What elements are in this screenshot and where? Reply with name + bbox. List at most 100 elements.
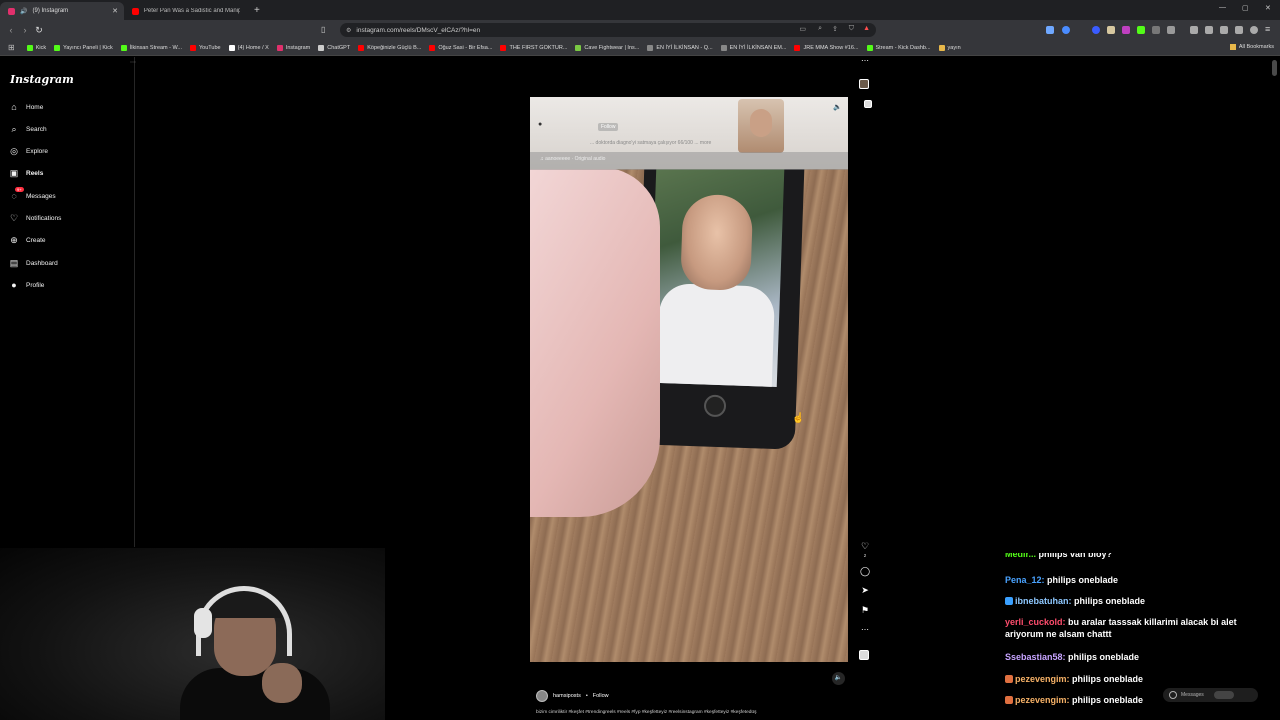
instagram-favicon-icon <box>8 7 15 15</box>
bookmark-item[interactable]: EN İYİ İLKİNSAN EM... <box>717 44 791 51</box>
bookmark-item[interactable]: Köpeğinizle Güçlü B... <box>354 44 425 51</box>
bookmark-favicon-icon <box>190 44 196 51</box>
bookmark-item[interactable]: (4) Home / X <box>225 44 273 51</box>
profile-icon[interactable] <box>1250 26 1258 34</box>
messages-pill[interactable]: Messages <box>1163 688 1258 702</box>
video-volume-icon[interactable]: 🔈 <box>833 103 842 111</box>
author-avatar[interactable] <box>536 690 548 702</box>
save-bookmark-icon[interactable]: ⚑ <box>859 605 871 616</box>
extensions-icon[interactable] <box>1235 26 1243 34</box>
bookmark-item[interactable]: Kick <box>23 44 50 51</box>
close-tab-icon[interactable]: ✕ <box>112 7 118 15</box>
extension-purple-icon[interactable] <box>1122 26 1130 34</box>
extension-kick-icon[interactable] <box>1137 26 1145 34</box>
audio-original-thumbnail[interactable] <box>859 650 869 660</box>
like-heart-icon[interactable]: ♡ <box>859 541 871 552</box>
chat-username[interactable]: Medir... <box>1005 553 1036 559</box>
mute-toggle-icon[interactable]: 🔈 <box>832 672 845 685</box>
sidebar-item-label: Home <box>26 103 44 111</box>
chat-username[interactable]: yerli_cuckold: <box>1005 617 1066 627</box>
extension-blue-icon[interactable] <box>1062 26 1070 34</box>
small-thumbnail[interactable] <box>864 100 872 108</box>
sidebar-item-dashboard[interactable]: ▤ Dashboard <box>9 258 58 268</box>
site-info-icon[interactable]: ⚙ <box>346 27 351 34</box>
page-scrollbar[interactable] <box>1272 60 1277 660</box>
bookmark-item[interactable]: Yayıncı Paneli | Kick <box>50 44 117 51</box>
chat-message: yerli_cuckold: bu aralar tasssak killari… <box>1005 616 1275 640</box>
bookmark-favicon-icon <box>575 44 582 51</box>
sidebar-item-notifications[interactable]: ♡ Notifications <box>9 213 62 224</box>
chat-username[interactable]: pezevengim: <box>1015 695 1070 705</box>
all-bookmarks[interactable]: All Bookmarks <box>1229 44 1274 50</box>
scrollbar-thumb[interactable] <box>1272 60 1277 76</box>
author-username[interactable]: hamsiposts <box>553 693 581 699</box>
bookmark-item[interactable]: Instagram <box>273 44 314 51</box>
bookmark-item[interactable]: YouTube <box>186 44 225 51</box>
author-separator: • <box>585 693 588 699</box>
forward-icon[interactable]: › <box>18 25 32 35</box>
close-window-icon[interactable]: ✕ <box>1265 4 1271 12</box>
bookmark-item[interactable]: JRE MMA Show #16... <box>790 44 862 51</box>
share-paper-plane-icon[interactable]: ➤ <box>859 585 871 596</box>
cast-icon[interactable]: ▭ <box>799 25 806 33</box>
new-tab-button[interactable]: + <box>248 2 266 20</box>
bookmark-icon[interactable]: ▯ <box>321 25 325 34</box>
audio-thumbnail[interactable] <box>859 79 869 89</box>
tab-instagram[interactable]: 🔊 (9) Instagram ✕ <box>0 2 124 20</box>
reels-icon: ▣ <box>9 168 19 179</box>
follow-button[interactable]: Follow <box>593 693 609 699</box>
menu-icon[interactable]: ≡ <box>1265 24 1270 34</box>
sidebar-item-explore[interactable]: ◎ Explore <box>9 146 48 157</box>
bookmark-item[interactable]: Cave Fightwear | Ins... <box>571 44 643 51</box>
minimize-icon[interactable]: — <box>1219 4 1226 11</box>
more-dots-icon[interactable]: ⋯ <box>130 59 136 66</box>
bookmark-item[interactable]: THE FIRST GOKTUR... <box>496 44 571 51</box>
bookmark-item[interactable]: Stream - Kick Dashb... <box>863 44 935 51</box>
comment-icon[interactable]: ◯ <box>859 566 871 577</box>
speaker-icon[interactable]: 🔊 <box>20 8 27 15</box>
chat-username[interactable]: Ssebastian58: <box>1005 652 1066 662</box>
alert-icon[interactable]: ▲ <box>863 25 870 32</box>
reload-icon[interactable]: ↻ <box>32 25 46 36</box>
sidebar-item-messages[interactable]: ◌ 9+ Messages <box>9 187 56 201</box>
downloads-icon[interactable] <box>1220 26 1228 34</box>
extension-box-icon[interactable] <box>1167 26 1175 34</box>
sidebar-item-search[interactable]: ⌕ Search <box>9 124 46 134</box>
phone-screen <box>648 152 785 388</box>
chat-username[interactable]: Pena_12: <box>1005 575 1045 585</box>
chat-username[interactable]: ibnebatuhan: <box>1015 596 1072 606</box>
tab-youtube[interactable]: Peter Pan Was a Sadistic and Manip... <box>124 2 248 20</box>
sidebar-item-home[interactable]: ⌂ Home <box>9 102 43 112</box>
sidebar-item-label: Notifications <box>26 215 62 222</box>
bookmark-item[interactable]: EN İYİ İLKİNSAN - Q... <box>643 44 716 51</box>
sidebar-item-profile[interactable]: ● Profile <box>9 280 44 290</box>
back-icon[interactable]: ‹ <box>4 25 18 35</box>
maximize-icon[interactable]: ▢ <box>1242 4 1249 12</box>
extension-circle-icon[interactable] <box>1092 26 1100 34</box>
all-bookmarks-label: All Bookmarks <box>1238 44 1274 50</box>
overlay-caption: ... doktorda diagno'yi satmaya çalışıyor… <box>590 140 712 146</box>
shield-icon[interactable]: ⛉ <box>849 25 854 33</box>
share-icon[interactable]: ⇪ <box>832 25 838 33</box>
bookmark-item[interactable]: İlkinsan Stream - W... <box>117 44 186 51</box>
url-text: instagram.com/reels/DMscV_elCAz/?hl=en <box>356 26 481 34</box>
extension-tan-icon[interactable] <box>1107 26 1115 34</box>
sidebar-item-reels[interactable]: ▣ Reels <box>9 168 44 179</box>
zoom-icon[interactable]: ⌕ <box>818 25 822 33</box>
sidepanel-icon[interactable] <box>1205 26 1213 34</box>
sidebar-item-create[interactable]: ⊕ Create <box>9 235 45 246</box>
more-options-icon[interactable]: ⋯ <box>859 56 871 65</box>
bookmark-item[interactable]: yayın <box>935 44 965 51</box>
more-actions-icon[interactable]: ⋯ <box>859 625 871 634</box>
bookmark-favicon-icon <box>228 44 235 51</box>
bookmark-item[interactable]: ChatGPT <box>314 44 354 51</box>
media-icon[interactable] <box>1190 26 1198 34</box>
extension-puzzle-icon[interactable] <box>1152 26 1160 34</box>
extension-audio-icon[interactable] <box>1046 26 1054 34</box>
chat-username[interactable]: pezevengim: <box>1015 674 1070 684</box>
reel-video[interactable]: ● Follow ... doktorda diagno'yi satmaya … <box>530 97 848 662</box>
apps-grid-icon[interactable]: ⊞ <box>8 43 15 52</box>
bookmark-item[interactable]: Oğuz Sasi - Bir Efsa... <box>425 44 496 51</box>
instagram-logo[interactable]: Instagram <box>10 73 74 86</box>
address-bar[interactable]: ⚙ instagram.com/reels/DMscV_elCAz/?hl=en… <box>340 23 876 37</box>
